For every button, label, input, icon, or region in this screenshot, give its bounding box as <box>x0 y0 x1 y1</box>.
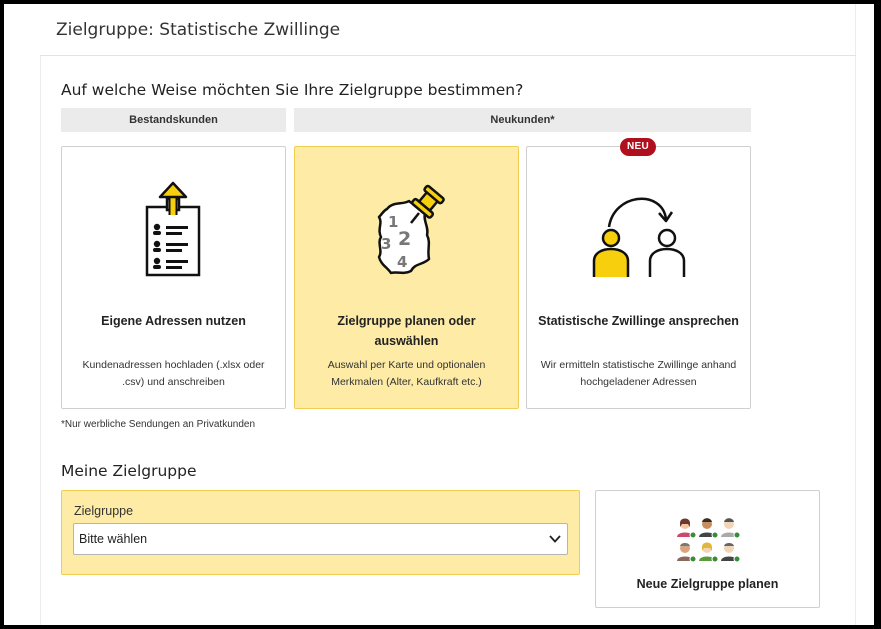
target-group-select-panel: Zielgruppe Bitte wählen <box>61 490 580 575</box>
option-plan-target-group-title: Zielgruppe planen oder auswählen <box>337 314 476 348</box>
option-statistical-twins-description: Wir ermitteln statistische Zwillinge anh… <box>540 359 737 388</box>
target-group-select-value: Bitte wählen <box>79 532 148 546</box>
target-group-select-label: Zielgruppe <box>74 504 134 518</box>
content-border <box>40 56 41 625</box>
new-target-group-label: Neue Zielgruppe planen <box>636 577 779 591</box>
option-statistical-twins-title: Statistische Zwillinge ansprechen <box>538 314 739 328</box>
option-own-addresses-description: Kundenadressen hochladen (.xlsx oder .cs… <box>82 359 265 388</box>
title-divider <box>40 55 856 56</box>
map-number-3: 3 <box>381 235 391 253</box>
content-border-right <box>855 4 856 625</box>
map-number-4: 4 <box>397 253 407 271</box>
option-plan-target-group[interactable]: 1 2 3 4 Zielgruppe planen oder auswählen… <box>294 146 519 409</box>
page-frame: Zielgruppe: Statistische Zwillinge Auf w… <box>4 4 874 625</box>
option-statistical-twins[interactable]: Statistische Zwillinge ansprechen Wir er… <box>526 146 751 409</box>
address-list-upload-icon <box>62 179 285 289</box>
option-own-addresses[interactable]: Eigene Adressen nutzen Kundenadressen ho… <box>61 146 286 409</box>
target-group-select[interactable]: Bitte wählen <box>73 523 568 555</box>
option-own-addresses-title: Eigene Adressen nutzen <box>101 314 246 328</box>
map-pin-icon: 1 2 3 4 <box>295 179 518 289</box>
page-title: Zielgruppe: Statistische Zwillinge <box>56 20 341 40</box>
statistical-twins-icon <box>527 179 750 289</box>
map-number-2: 2 <box>398 228 411 250</box>
new-badge: NEU <box>620 138 656 156</box>
category-existing-customers: Bestandskunden <box>61 108 286 132</box>
option-plan-target-group-description: Auswahl per Karte und optionalen Merkmal… <box>327 359 486 388</box>
new-target-group-button[interactable]: Neue Zielgruppe planen <box>595 490 820 608</box>
map-number-1: 1 <box>388 213 398 231</box>
selection-question: Auf welche Weise möchten Sie Ihre Zielgr… <box>61 81 524 99</box>
footnote: *Nur werbliche Sendungen an Privatkunden <box>61 419 256 430</box>
category-new-customers: Neukunden* <box>294 108 751 132</box>
people-group-icon <box>676 515 742 563</box>
chevron-down-icon <box>548 532 562 551</box>
section-title-my-target-group: Meine Zielgruppe <box>61 462 197 480</box>
